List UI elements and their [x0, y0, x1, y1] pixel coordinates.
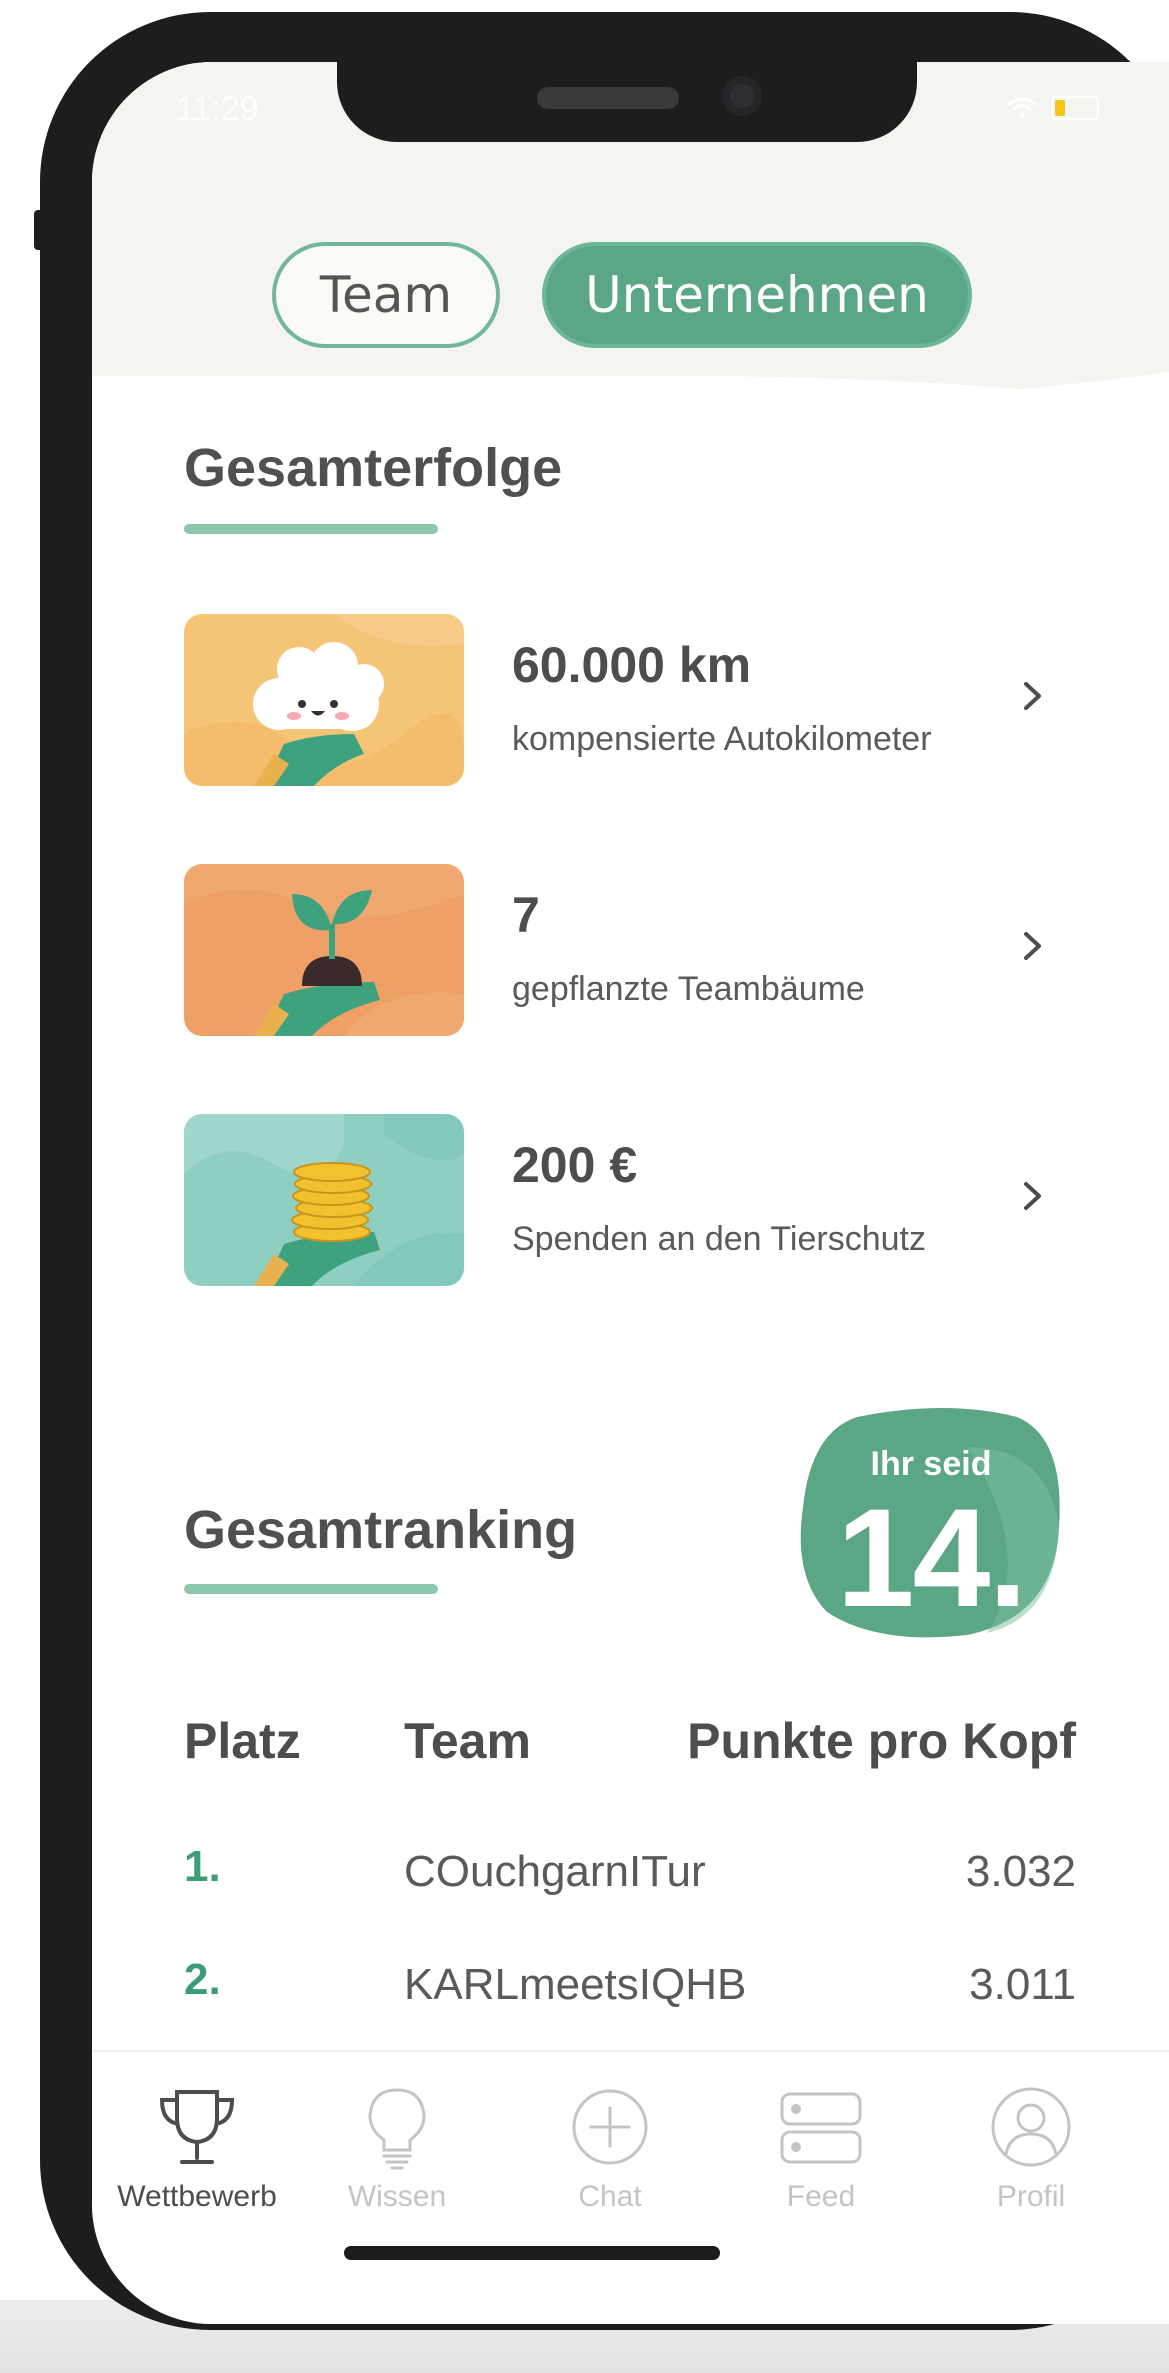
- rank-badge-number: 14.: [836, 1479, 1028, 1636]
- achievement-value: 7: [512, 887, 540, 943]
- home-indicator[interactable]: [344, 2246, 720, 2260]
- trophy-icon: [159, 2090, 235, 2164]
- cloud-icon: [184, 614, 464, 786]
- tab-label: Wissen: [347, 2180, 447, 2213]
- speaker-grille: [537, 87, 679, 109]
- profile-icon: [991, 2087, 1071, 2167]
- lightbulb-icon: [368, 2088, 426, 2170]
- tab-wettbewerb[interactable]: Wettbewerb: [92, 2082, 302, 2214]
- achievement-card-km[interactable]: 60.000 km kompensierte Autokilometer: [184, 614, 1044, 790]
- company-toggle-button[interactable]: Unternehmen: [542, 242, 972, 348]
- chevron-right-icon: [1024, 932, 1041, 960]
- achievement-label: kompensierte Autokilometer: [512, 720, 932, 758]
- status-time: 11:29: [176, 90, 259, 128]
- team-toggle-button[interactable]: Team: [272, 242, 500, 348]
- rank-badge: Ihr seid 14.: [797, 1407, 1065, 1639]
- battery-icon: [1051, 96, 1099, 120]
- achievement-label: gepflanzte Teambäume: [512, 970, 865, 1008]
- achievement-value: 60.000 km: [512, 637, 752, 693]
- tab-feed[interactable]: Feed: [716, 2082, 926, 2214]
- feed-icon: [780, 2092, 862, 2164]
- camera-icon: [722, 76, 762, 116]
- column-header-place: Platz: [184, 1713, 301, 1769]
- bottom-tab-bar: Wettbewerb Wissen Chat Feed Profil: [92, 2050, 1169, 2324]
- chevron-right-icon: [1024, 682, 1041, 710]
- ranking-title-underline: [184, 1584, 438, 1594]
- status-icons: [1007, 96, 1099, 120]
- ranking-points: 3.011: [969, 1960, 1076, 2009]
- app-screen: 11:29 Team Unternehmen Gesamterfolge 60.…: [92, 62, 1169, 2324]
- achievements-title-underline: [184, 524, 438, 534]
- ranking-points: 3.032: [965, 1847, 1076, 1896]
- tab-profil[interactable]: Profil: [926, 2082, 1136, 2214]
- tab-label: Wettbewerb: [117, 2180, 277, 2213]
- coins-icon: [184, 1114, 464, 1286]
- tab-label: Feed: [786, 2180, 856, 2213]
- sprout-icon: [184, 864, 464, 1036]
- plus-circle-icon: [572, 2089, 648, 2165]
- tab-wissen[interactable]: Wissen: [292, 2082, 502, 2214]
- wifi-icon: [1007, 97, 1037, 118]
- tab-label: Profil: [996, 2180, 1066, 2213]
- ranking-place: 1.: [184, 1842, 221, 1891]
- ranking-title: Gesamtranking: [184, 1500, 578, 1560]
- achievement-label: Spenden an den Tierschutz: [512, 1220, 926, 1258]
- tab-label: Chat: [578, 2180, 642, 2213]
- phone-notch: [337, 62, 917, 142]
- achievement-value: 200 €: [512, 1137, 638, 1193]
- ranking-team: COuchgarnITur: [404, 1847, 706, 1896]
- column-header-team: Team: [404, 1713, 531, 1769]
- achievement-card-donations[interactable]: 200 € Spenden an den Tierschutz: [184, 1114, 1044, 1290]
- chevron-right-icon: [1024, 1182, 1041, 1210]
- ranking-team: KARLmeetsIQHB: [404, 1960, 747, 2009]
- tab-chat[interactable]: Chat: [505, 2082, 715, 2214]
- ranking-place: 2.: [184, 1955, 221, 2004]
- column-header-points: Punkte pro Kopf: [687, 1713, 1076, 1769]
- achievements-title: Gesamterfolge: [184, 438, 563, 498]
- achievement-card-trees[interactable]: 7 gepflanzte Teambäume: [184, 864, 1044, 1040]
